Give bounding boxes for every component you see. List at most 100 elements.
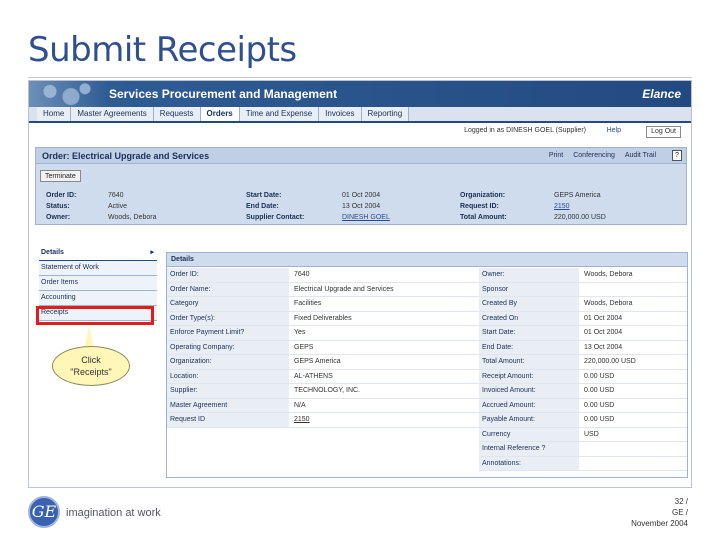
details-label: Start Date: [479,326,579,340]
details-label: Order Type(s): [167,311,289,325]
nav-item-statement-of-work[interactable]: Statement of Work [39,261,157,276]
details-right-column: Owner: Woods, Debora Sponsor Created By Wood… [479,268,687,471]
app-banner: Services Procurement and Management Elan… [29,81,691,107]
tab-invoices[interactable]: Invoices [319,107,362,121]
details-value: 01 Oct 2004 [584,329,623,336]
details-value: Fixed Deliverables [294,314,352,322]
nav-item-accounting[interactable]: Accounting [39,291,157,306]
request-id-link[interactable]: 2150 [291,413,310,427]
details-row: Location: AL-ATHENS [167,369,479,384]
details-value: 0.00 USD [584,416,615,423]
details-label: Invoiced Amount: [479,384,579,398]
details-row: Order ID: 7640 [167,268,479,283]
callout-line-1: Click [81,355,101,365]
nav-item-details[interactable]: Details ▸ [39,246,157,261]
help-link[interactable]: Help [607,125,621,137]
details-label: Operating Company: [167,340,289,354]
details-label: Category [167,297,289,311]
slide-date: November 2004 [631,519,688,528]
order-field-row: Status: Active End Date: 13 Oct 2004 Req… [46,201,686,212]
details-label: Order Name: [167,282,289,296]
order-title: Order: Electrical Upgrade and Services [42,151,210,161]
field-label: Total Amount: [460,214,507,221]
details-row: Order Type(s): Fixed Deliverables [167,311,479,326]
details-value: 0.00 USD [584,387,615,394]
ge-tagline: imagination at work [66,507,161,519]
page-number: 32 / [674,497,688,506]
details-row: End Date: 13 Oct 2004 [479,340,687,355]
details-label: Total Amount: [479,355,579,369]
details-row: Request ID 2150 [167,413,479,428]
details-value: USD [584,430,599,438]
field-label: Request ID: [460,203,499,210]
expand-arrow-icon: ▸ [150,249,154,256]
details-label: Owner: [479,268,579,282]
details-label: Location: [167,369,289,383]
field-label: Supplier Contact: [246,214,305,221]
field-label: Owner: [46,214,71,221]
details-label: Supplier: [167,384,289,398]
details-label: Currency [479,427,579,441]
logout-button[interactable]: Log Out [646,126,681,138]
tab-orders[interactable]: Orders [200,107,240,121]
instruction-callout: Click "Receipts" [52,346,130,386]
details-value: AL-ATHENS [294,372,333,380]
details-row: Operating Company: GEPS [167,340,479,355]
help-icon[interactable]: ? [672,150,682,161]
details-value: GEPS America [294,358,341,365]
details-row: Receipt Amount: 0.00 USD [479,369,687,384]
brand-logo: Elance [642,87,681,101]
receipts-highlight-box [36,306,154,325]
world-map-icon [29,81,99,107]
details-row: Invoiced Amount: 0.00 USD [479,384,687,399]
field-value: GEPS America [554,192,601,199]
main-tabs: Home Master Agreements Requests Orders T… [29,107,691,123]
details-row: Created By Woods, Debora [479,297,687,312]
tab-reporting[interactable]: Reporting [361,107,410,121]
terminate-button[interactable]: Terminate [40,170,81,182]
login-bar: Logged in as DINESH GOEL (Supplier) Help… [29,125,691,138]
details-value: TECHNOLOGY, INC. [294,387,360,394]
field-value: Active [108,203,128,210]
order-field-row: Order ID: 7640 Start Date: 01 Oct 2004 O… [46,190,686,201]
details-row: Accrued Amount: 0.00 USD [479,398,687,413]
details-header: Details [167,253,687,267]
field-value: 01 Oct 2004 [342,192,381,199]
details-row: Created On 01 Oct 2004 [479,311,687,326]
details-row: Annotations: [479,456,687,471]
tab-master-agreements[interactable]: Master Agreements [71,107,154,121]
details-label: Sponsor [479,282,579,296]
audit-trail-link[interactable]: Audit Trail [625,152,656,159]
field-label: Organization: [460,192,506,199]
tab-time-and-expense[interactable]: Time and Expense [239,107,320,121]
details-row: Total Amount: 220,000.00 USD [479,355,687,370]
slide-footer: 32 / GE / November 2004 [631,496,688,529]
details-row: Category Facilities [167,297,479,312]
tab-requests[interactable]: Requests [153,107,201,121]
ge-logo: GE [28,496,60,528]
print-link[interactable]: Print [549,152,563,159]
details-value: 0.00 USD [584,372,615,380]
details-row: Internal Reference ? [479,442,687,457]
details-label: Created By [479,297,579,311]
nav-item-order-items[interactable]: Order Items [39,276,157,291]
field-value: 13 Oct 2004 [342,203,381,210]
details-label: Accrued Amount: [479,398,579,412]
nav-item-label: Details [41,249,64,256]
conferencing-link[interactable]: Conferencing [573,152,615,159]
details-row: Enforce Payment Limit? Yes [167,326,479,341]
logged-in-user: Logged in as DINESH GOEL (Supplier) [464,127,586,134]
order-summary-panel: Order: Electrical Upgrade and Services P… [35,147,687,225]
details-label: Request ID [167,413,289,427]
order-header: Order: Electrical Upgrade and Services P… [36,148,686,164]
field-label: Status: [46,203,70,210]
order-field-row: Owner: Woods, Debora Supplier Contact: D… [46,212,686,223]
slide-title: Submit Receipts [28,30,297,70]
details-row: Master Agreement N/A [167,398,479,413]
details-row: Supplier: TECHNOLOGY, INC. [167,384,479,399]
details-label: Payable Amount: [479,413,579,427]
supplier-contact-link[interactable]: DINESH GOEL [342,212,390,223]
request-id-link[interactable]: 2150 [554,201,570,212]
field-label: Start Date: [246,192,282,199]
tab-home[interactable]: Home [37,107,72,121]
